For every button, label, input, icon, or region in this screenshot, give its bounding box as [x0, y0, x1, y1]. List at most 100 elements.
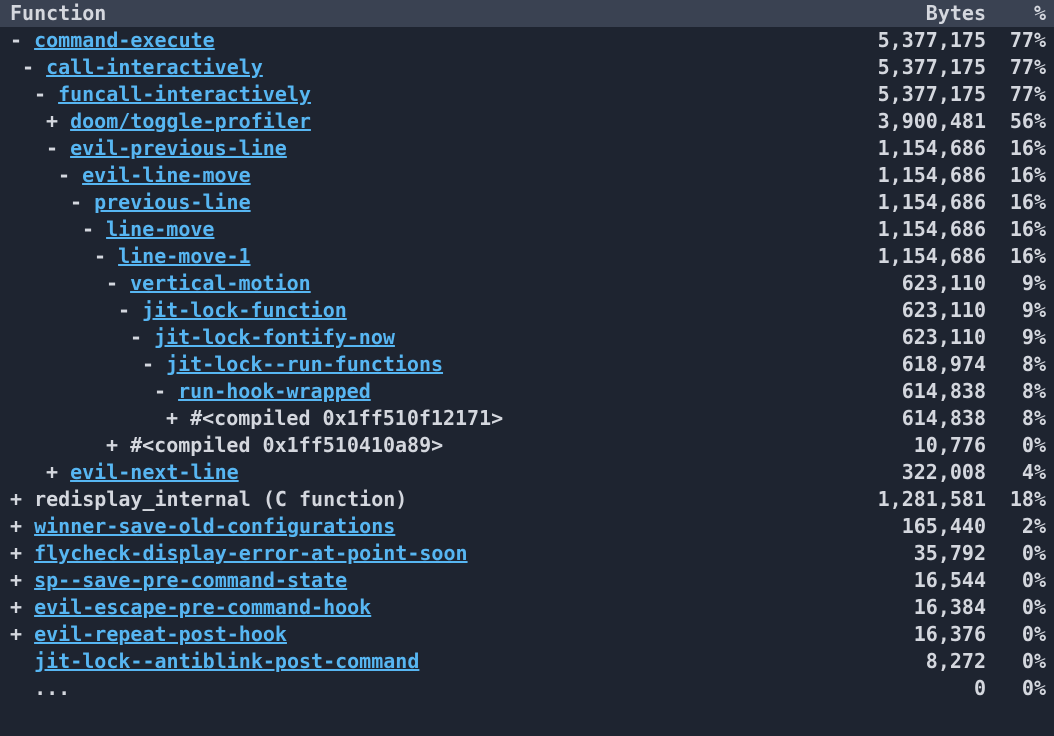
table-row[interactable]: + redisplay_internal (C function)1,281,5… [0, 486, 1054, 513]
collapse-icon[interactable]: - [34, 81, 46, 108]
table-row[interactable]: - line-move-11,154,68616% [0, 243, 1054, 270]
collapse-icon[interactable]: - [130, 324, 142, 351]
percent-cell: 0% [986, 648, 1046, 675]
table-row[interactable]: ...00% [0, 675, 1054, 702]
collapse-icon[interactable]: - [82, 216, 94, 243]
function-cell: + evil-next-line [10, 459, 846, 486]
collapse-icon[interactable]: - [70, 189, 82, 216]
percent-cell: 4% [986, 459, 1046, 486]
bytes-cell: 16,376 [846, 621, 986, 648]
table-row[interactable]: + evil-next-line322,0084% [0, 459, 1054, 486]
table-row[interactable]: + #<compiled 0x1ff510f12171>614,8388% [0, 405, 1054, 432]
function-cell: - jit-lock-function [10, 297, 846, 324]
bytes-cell: 623,110 [846, 297, 986, 324]
function-cell: + flycheck-display-error-at-point-soon [10, 540, 846, 567]
function-cell: + evil-escape-pre-command-hook [10, 594, 846, 621]
collapse-icon[interactable]: - [10, 27, 22, 54]
table-row[interactable]: + evil-escape-pre-command-hook16,3840% [0, 594, 1054, 621]
table-row[interactable]: - evil-previous-line1,154,68616% [0, 135, 1054, 162]
function-name[interactable]: evil-line-move [82, 163, 251, 187]
collapse-icon[interactable]: - [46, 135, 58, 162]
table-row[interactable]: - vertical-motion623,1109% [0, 270, 1054, 297]
bytes-cell: 1,281,581 [846, 486, 986, 513]
percent-cell: 18% [986, 486, 1046, 513]
function-name[interactable]: previous-line [94, 190, 251, 214]
collapse-icon[interactable]: - [106, 270, 118, 297]
expand-icon[interactable]: + [10, 486, 22, 513]
table-row[interactable]: - jit-lock-fontify-now623,1109% [0, 324, 1054, 351]
table-row[interactable]: + evil-repeat-post-hook16,3760% [0, 621, 1054, 648]
function-name[interactable]: jit-lock--antiblink-post-command [34, 649, 419, 673]
percent-cell: 16% [986, 135, 1046, 162]
table-row[interactable]: - line-move1,154,68616% [0, 216, 1054, 243]
expand-icon[interactable]: + [10, 567, 22, 594]
table-row[interactable]: - run-hook-wrapped614,8388% [0, 378, 1054, 405]
function-cell: - call-interactively [10, 54, 846, 81]
function-name[interactable]: vertical-motion [130, 271, 311, 295]
table-row[interactable]: jit-lock--antiblink-post-command8,2720% [0, 648, 1054, 675]
bytes-cell: 623,110 [846, 270, 986, 297]
function-cell: + #<compiled 0x1ff510410a89> [10, 432, 846, 459]
collapse-icon[interactable]: - [22, 54, 34, 81]
bytes-cell: 623,110 [846, 324, 986, 351]
function-name[interactable]: line-move [106, 217, 214, 241]
function-name[interactable]: line-move-1 [118, 244, 250, 268]
bytes-cell: 16,544 [846, 567, 986, 594]
table-row[interactable]: - evil-line-move1,154,68616% [0, 162, 1054, 189]
bytes-cell: 0 [846, 675, 986, 702]
percent-cell: 0% [986, 675, 1046, 702]
expand-icon[interactable]: + [10, 513, 22, 540]
table-row[interactable]: + flycheck-display-error-at-point-soon35… [0, 540, 1054, 567]
percent-cell: 77% [986, 27, 1046, 54]
function-name[interactable]: winner-save-old-configurations [34, 514, 395, 538]
function-name[interactable]: jit-lock--run-functions [166, 352, 443, 376]
function-name[interactable]: command-execute [34, 28, 215, 52]
bytes-cell: 5,377,175 [846, 81, 986, 108]
function-name[interactable]: evil-previous-line [70, 136, 287, 160]
table-row[interactable]: + doom/toggle-profiler3,900,48156% [0, 108, 1054, 135]
expand-icon[interactable]: + [166, 405, 178, 432]
bytes-cell: 618,974 [846, 351, 986, 378]
expand-icon[interactable]: + [46, 108, 58, 135]
function-name[interactable]: call-interactively [46, 55, 263, 79]
expand-icon[interactable]: + [10, 540, 22, 567]
header-function[interactable]: Function [10, 0, 846, 27]
bytes-cell: 1,154,686 [846, 189, 986, 216]
table-row[interactable]: + winner-save-old-configurations165,4402… [0, 513, 1054, 540]
function-cell: - line-move [10, 216, 846, 243]
header-bytes[interactable]: Bytes [846, 0, 986, 27]
function-name[interactable]: jit-lock-fontify-now [154, 325, 395, 349]
table-row[interactable]: - funcall-interactively5,377,17577% [0, 81, 1054, 108]
table-row[interactable]: - previous-line 1,154,68616% [0, 189, 1054, 216]
collapse-icon[interactable]: - [58, 162, 70, 189]
function-name[interactable]: evil-escape-pre-command-hook [34, 595, 371, 619]
table-row[interactable]: + sp--save-pre-command-state16,5440% [0, 567, 1054, 594]
collapse-icon[interactable]: - [118, 297, 130, 324]
function-cell: - line-move-1 [10, 243, 846, 270]
collapse-icon[interactable]: - [142, 351, 154, 378]
table-row[interactable]: + #<compiled 0x1ff510410a89>10,7760% [0, 432, 1054, 459]
function-name[interactable]: evil-next-line [70, 460, 239, 484]
function-name[interactable]: jit-lock-function [142, 298, 347, 322]
header-percent[interactable]: % [986, 0, 1046, 27]
table-row[interactable]: - jit-lock-function623,1109% [0, 297, 1054, 324]
function-name: #<compiled 0x1ff510410a89> [130, 433, 443, 457]
table-row[interactable]: - jit-lock--run-functions618,9748% [0, 351, 1054, 378]
function-name[interactable]: run-hook-wrapped [178, 379, 371, 403]
table-row[interactable]: - call-interactively5,377,17577% [0, 54, 1054, 81]
expand-icon[interactable]: + [106, 432, 118, 459]
collapse-icon[interactable]: - [154, 378, 166, 405]
expand-icon[interactable]: + [10, 594, 22, 621]
expand-icon[interactable]: + [10, 621, 22, 648]
function-name[interactable]: doom/toggle-profiler [70, 109, 311, 133]
function-name[interactable]: funcall-interactively [58, 82, 311, 106]
function-cell: - run-hook-wrapped [10, 378, 846, 405]
collapse-icon[interactable]: - [94, 243, 106, 270]
table-row[interactable]: - command-execute5,377,17577% [0, 27, 1054, 54]
function-name[interactable]: flycheck-display-error-at-point-soon [34, 541, 467, 565]
function-name[interactable]: sp--save-pre-command-state [34, 568, 347, 592]
function-name[interactable]: evil-repeat-post-hook [34, 622, 287, 646]
function-cell: - vertical-motion [10, 270, 846, 297]
expand-icon[interactable]: + [46, 459, 58, 486]
percent-cell: 16% [986, 189, 1046, 216]
